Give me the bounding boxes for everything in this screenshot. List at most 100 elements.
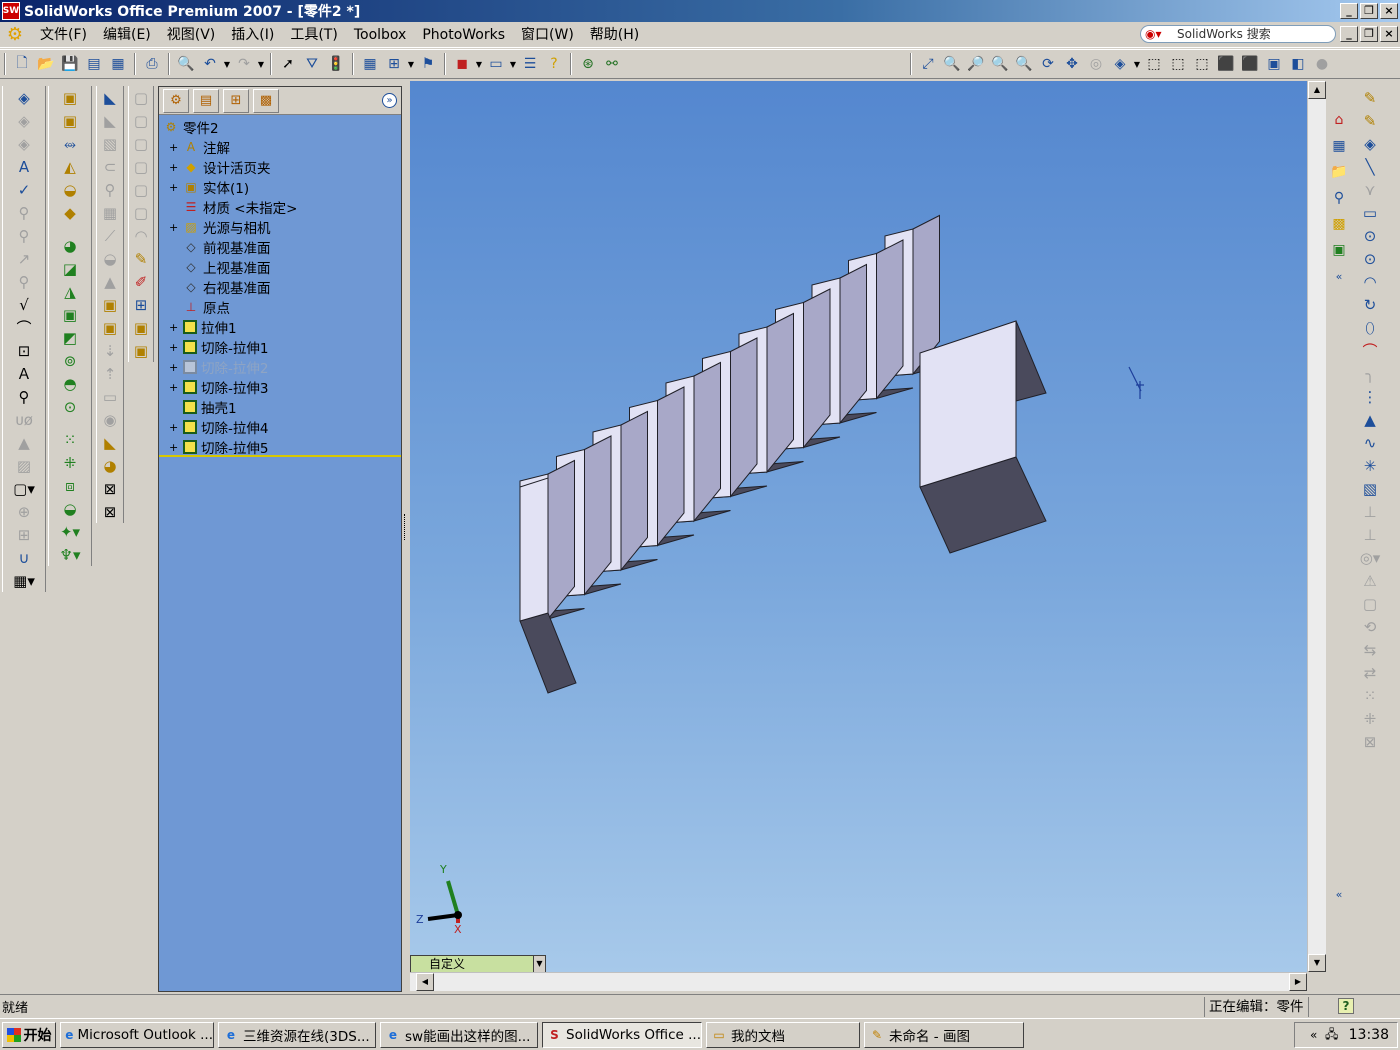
edit-sketch-icon[interactable]: ✐	[130, 270, 152, 293]
move-icon[interactable]: ▢	[1359, 592, 1381, 615]
maximize-button[interactable]: ❐	[1360, 3, 1378, 19]
pan-icon[interactable]: ✥	[1061, 53, 1083, 75]
sm-tool-13-icon[interactable]: ⇡	[99, 362, 121, 385]
appearance-icon[interactable]: ▣	[1328, 237, 1350, 263]
undo-icon[interactable]: ↶	[199, 53, 221, 75]
solidworks-menu-logo-icon[interactable]: ⚙	[4, 24, 26, 46]
3d-content-icon[interactable]: ◼	[451, 53, 473, 75]
expand-icon[interactable]: +	[169, 382, 178, 393]
scroll-down-icon[interactable]: ▼	[1308, 954, 1326, 972]
tree-item[interactable]: + ▨ 光源与相机	[169, 217, 271, 237]
doc-close-button[interactable]: ×	[1380, 26, 1398, 42]
trim-icon[interactable]: ⊥	[1359, 500, 1381, 523]
mold-tool-5-icon[interactable]: ▢	[130, 178, 152, 201]
menu-file[interactable]: 文件(F)	[32, 22, 95, 48]
extruded-cut-icon[interactable]: ◒	[59, 178, 81, 201]
zoom-to-fit-icon[interactable]: 🔍	[941, 53, 963, 75]
tree-item[interactable]: ⊥ 原点	[183, 297, 230, 317]
menu-edit[interactable]: 编辑(E)	[95, 22, 159, 48]
scale-sketch-icon[interactable]: ⇆	[1359, 638, 1381, 661]
make-drawing-icon[interactable]: ▦	[107, 53, 129, 75]
taskbar-button[interactable]: S SolidWorks Office ...	[542, 1021, 702, 1048]
curves-icon[interactable]: ♆▾	[59, 543, 81, 566]
chevron-right-icon[interactable]: »	[382, 93, 397, 108]
spline-icon[interactable]: ∿	[1359, 431, 1381, 454]
menu-window[interactable]: 窗口(W)	[513, 22, 582, 48]
options-icon[interactable]: ▦	[359, 53, 381, 75]
solidworks-search-input[interactable]: ◉▾ SolidWorks 搜索	[1140, 25, 1336, 43]
selection-filter-icon[interactable]: ⛛	[301, 53, 323, 75]
offset-icon[interactable]: ◎▾	[1359, 546, 1381, 569]
sm-tool-8-icon[interactable]: ◒	[99, 247, 121, 270]
mold-tool-7-icon[interactable]: ◠	[130, 224, 152, 247]
three-point-arc-icon[interactable]: ⌒	[1359, 339, 1381, 362]
expand-icon[interactable]: +	[169, 362, 178, 373]
point-icon[interactable]: ✳	[1359, 454, 1381, 477]
component-icon[interactable]: ⚑	[417, 53, 439, 75]
redo-icon[interactable]: ↷	[233, 53, 255, 75]
scroll-up-icon[interactable]: ▲	[1308, 81, 1326, 99]
sweep-icon[interactable]: ⥈	[59, 132, 81, 155]
centerline-icon[interactable]: ⋎	[1359, 178, 1381, 201]
previous-view-icon[interactable]: ⤢	[917, 53, 939, 75]
balloon-icon[interactable]: ⚲	[13, 385, 35, 408]
rotate-icon[interactable]: ⟲	[1359, 615, 1381, 638]
magnet-icon[interactable]: ∪	[13, 546, 35, 569]
design-library-icon[interactable]: ▦	[1328, 133, 1350, 159]
section-view-icon[interactable]: ◧	[1287, 53, 1309, 75]
smart-dimension-icon[interactable]: ◈	[13, 86, 35, 109]
mirror-icon[interactable]: ⧈	[59, 474, 81, 497]
mold-tool-2-icon[interactable]: ▢	[130, 109, 152, 132]
tool-17-icon[interactable]: ▨	[13, 454, 35, 477]
mold-tool-4-icon[interactable]: ▢	[130, 155, 152, 178]
tree-item[interactable]: + 拉伸1	[169, 317, 237, 337]
start-button[interactable]: 开始	[2, 1021, 56, 1048]
tree-item[interactable]: ◇ 右视基准面	[183, 277, 270, 297]
sketch-icon[interactable]: ✎	[1359, 86, 1381, 109]
tree-item[interactable]: + 切除-拉伸2	[169, 357, 268, 377]
dome-icon[interactable]: ◓	[59, 372, 81, 395]
help-icon[interactable]: ?	[543, 53, 565, 75]
tangent-arc-icon[interactable]: ↻	[1359, 293, 1381, 316]
spell-check-icon[interactable]: ✓	[13, 178, 35, 201]
tool-16-icon[interactable]: ▲	[13, 431, 35, 454]
select-arrow-icon[interactable]: ➚	[277, 53, 299, 75]
taskbar-button[interactable]: ✎ 未命名 - 画图	[864, 1021, 1024, 1048]
collapse-taskpane-icon[interactable]: «	[1328, 881, 1350, 907]
table-icon[interactable]: ▦▾	[13, 569, 35, 592]
expand-icon[interactable]: +	[169, 342, 178, 353]
mold-tool-6-icon[interactable]: ▢	[130, 201, 152, 224]
shaded-icon[interactable]: ⬛	[1239, 53, 1261, 75]
surface-finish-icon[interactable]: √	[13, 293, 35, 316]
taskbar-button[interactable]: e sw能画出这样的图...	[380, 1021, 538, 1048]
sm-tool-12-icon[interactable]: ⇣	[99, 339, 121, 362]
macro-icon[interactable]: ⊛	[577, 53, 599, 75]
sketch-tool-icon[interactable]: ⊞	[130, 293, 152, 316]
open-folder-icon[interactable]: 📂	[35, 53, 57, 75]
window-tile-icon[interactable]: ▭	[485, 53, 507, 75]
zoom-preview-icon[interactable]: 🔍	[175, 53, 197, 75]
sm-tool-7-icon[interactable]: ⟋	[99, 224, 121, 247]
hole-callout-icon[interactable]: ⊡	[13, 339, 35, 362]
properties-icon[interactable]: ☰	[519, 53, 541, 75]
tree-item[interactable]: 抽壳1	[183, 397, 237, 417]
expand-icon[interactable]: +	[169, 162, 178, 173]
sketch-block-icon[interactable]: ▣	[130, 316, 152, 339]
view-palette-icon[interactable]: ▩	[1328, 211, 1350, 237]
arc-icon[interactable]: ◠	[1359, 270, 1381, 293]
split-line-icon[interactable]: ◒	[59, 497, 81, 520]
print-preview-icon[interactable]: ▤	[83, 53, 105, 75]
tree-item[interactable]: + ◆ 设计活页夹	[169, 157, 271, 177]
chevron-left-icon[interactable]: «	[1328, 263, 1350, 289]
wireframe-icon[interactable]: ⬚	[1143, 53, 1165, 75]
tool-19-icon[interactable]: ⊕	[13, 500, 35, 523]
redo-dropdown-icon[interactable]: ▼	[256, 60, 266, 69]
expand-icon[interactable]: +	[169, 322, 178, 333]
zoom-to-selection-icon[interactable]: 🔍	[1013, 53, 1035, 75]
panel-splitter[interactable]	[403, 86, 409, 992]
close-button[interactable]: ×	[1380, 3, 1398, 19]
tray-expand-icon[interactable]: «	[1305, 1028, 1323, 1042]
menu-insert[interactable]: 插入(I)	[223, 22, 282, 48]
extend-icon[interactable]: ⊥	[1359, 523, 1381, 546]
sketch-text-icon[interactable]: ▧	[1359, 477, 1381, 500]
